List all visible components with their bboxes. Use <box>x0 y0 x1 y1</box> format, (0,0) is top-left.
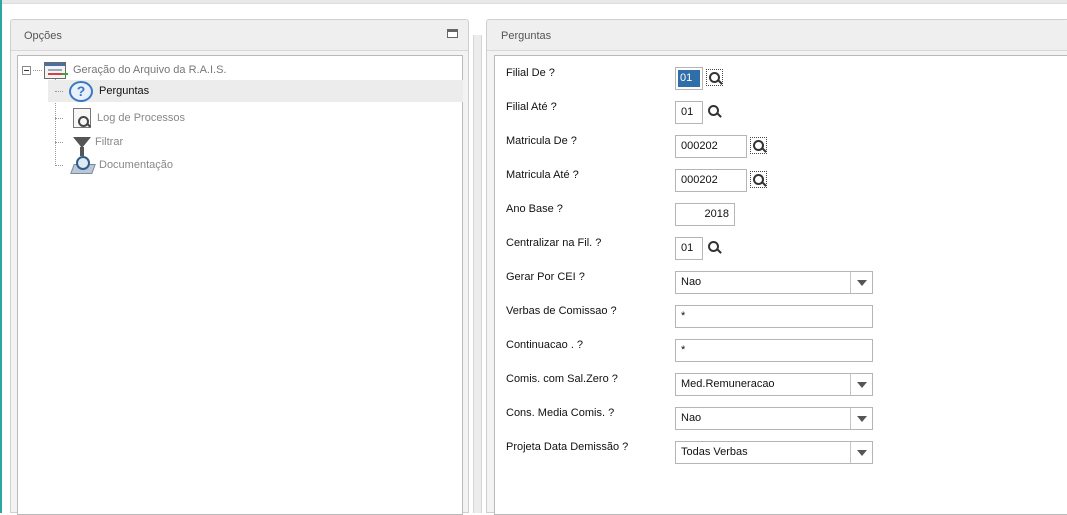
tree-item-label: Documentação <box>99 159 173 171</box>
field-label: Projeta Data Demissão ? <box>506 441 629 453</box>
tree-item-perguntas[interactable]: ? Perguntas <box>48 80 463 102</box>
field-label: Gerar Por CEI ? <box>506 271 585 283</box>
field-label: Matricula Até ? <box>506 169 579 181</box>
field-label: Matricula De ? <box>506 135 577 147</box>
options-tree: Geração do Arquivo da R.A.I.S. ? Pergunt… <box>17 55 463 515</box>
search-icon[interactable] <box>750 171 767 188</box>
centralizar-fil-input[interactable]: 01 <box>675 237 703 260</box>
field-label: Filial Até ? <box>506 101 557 113</box>
search-icon[interactable] <box>706 69 723 86</box>
tree-item-label: Filtrar <box>95 136 124 148</box>
filter-icon <box>73 136 91 156</box>
options-panel: Opções Geração do Arquivo da R.A.I.S. ? … <box>10 19 469 515</box>
ano-base-input[interactable]: 2018 <box>675 203 735 226</box>
application-window-icon <box>44 61 66 79</box>
options-panel-header: Opções <box>11 20 468 51</box>
matricula-ate-input[interactable]: 000202 <box>675 169 747 192</box>
comis-sal-zero-select[interactable]: Med.Remuneracao <box>675 373 873 396</box>
tree-item-label: Perguntas <box>99 85 150 97</box>
questions-panel-title: Perguntas <box>501 30 552 42</box>
field-label: Centralizar na Fil. ? <box>506 237 602 249</box>
minimize-icon[interactable] <box>447 29 458 38</box>
continuacao-input[interactable]: * <box>675 339 873 362</box>
log-icon <box>73 108 91 128</box>
field-label: Filial De ? <box>506 67 555 79</box>
filial-ate-input[interactable]: 01 <box>675 101 703 124</box>
chevron-down-icon[interactable] <box>850 442 872 463</box>
questions-panel-header: Perguntas <box>487 20 1067 51</box>
tree-item-log-de-processos[interactable]: Log de Processos <box>55 107 463 129</box>
question-icon: ? <box>69 80 93 102</box>
tree-root-item[interactable]: Geração do Arquivo da R.A.I.S. <box>22 61 226 79</box>
filial-de-input[interactable]: 01 <box>675 67 703 90</box>
chevron-down-icon[interactable] <box>850 272 872 293</box>
cons-media-comis-select[interactable]: Nao <box>675 407 873 430</box>
field-label: Continuacao . ? <box>506 339 584 351</box>
panel-splitter[interactable] <box>473 35 482 513</box>
options-panel-title: Opções <box>24 30 62 42</box>
tree-item-label: Log de Processos <box>97 112 186 124</box>
field-label: Comis. com Sal.Zero ? <box>506 373 618 385</box>
chevron-down-icon[interactable] <box>850 374 872 395</box>
search-icon[interactable] <box>706 239 723 256</box>
search-icon[interactable] <box>706 103 723 120</box>
verbas-comissao-input[interactable]: * <box>675 305 873 328</box>
questions-panel: Perguntas Filial De ? 01 Filial Até ? 01… <box>486 19 1067 515</box>
chevron-down-icon[interactable] <box>850 408 872 429</box>
tree-root-label: Geração do Arquivo da R.A.I.S. <box>73 64 227 76</box>
questions-form: Filial De ? 01 Filial Até ? 01 Matricula… <box>494 55 1067 515</box>
field-label: Verbas de Comissao ? <box>506 305 617 317</box>
field-label: Ano Base ? <box>506 203 563 215</box>
tree-item-documentacao[interactable]: Documentação <box>55 154 463 176</box>
top-border <box>0 0 1067 4</box>
field-label: Cons. Media Comis. ? <box>506 407 615 419</box>
gerar-por-cei-select[interactable]: Nao <box>675 271 873 294</box>
projeta-data-demissao-select[interactable]: Todas Verbas <box>675 441 873 464</box>
collapse-toggle-icon[interactable] <box>22 65 31 75</box>
search-icon[interactable] <box>750 137 767 154</box>
left-accent-bar <box>0 0 2 513</box>
matricula-de-input[interactable]: 000202 <box>675 135 747 158</box>
tree-item-filtrar[interactable]: Filtrar <box>55 131 463 156</box>
documentation-icon <box>71 155 93 175</box>
